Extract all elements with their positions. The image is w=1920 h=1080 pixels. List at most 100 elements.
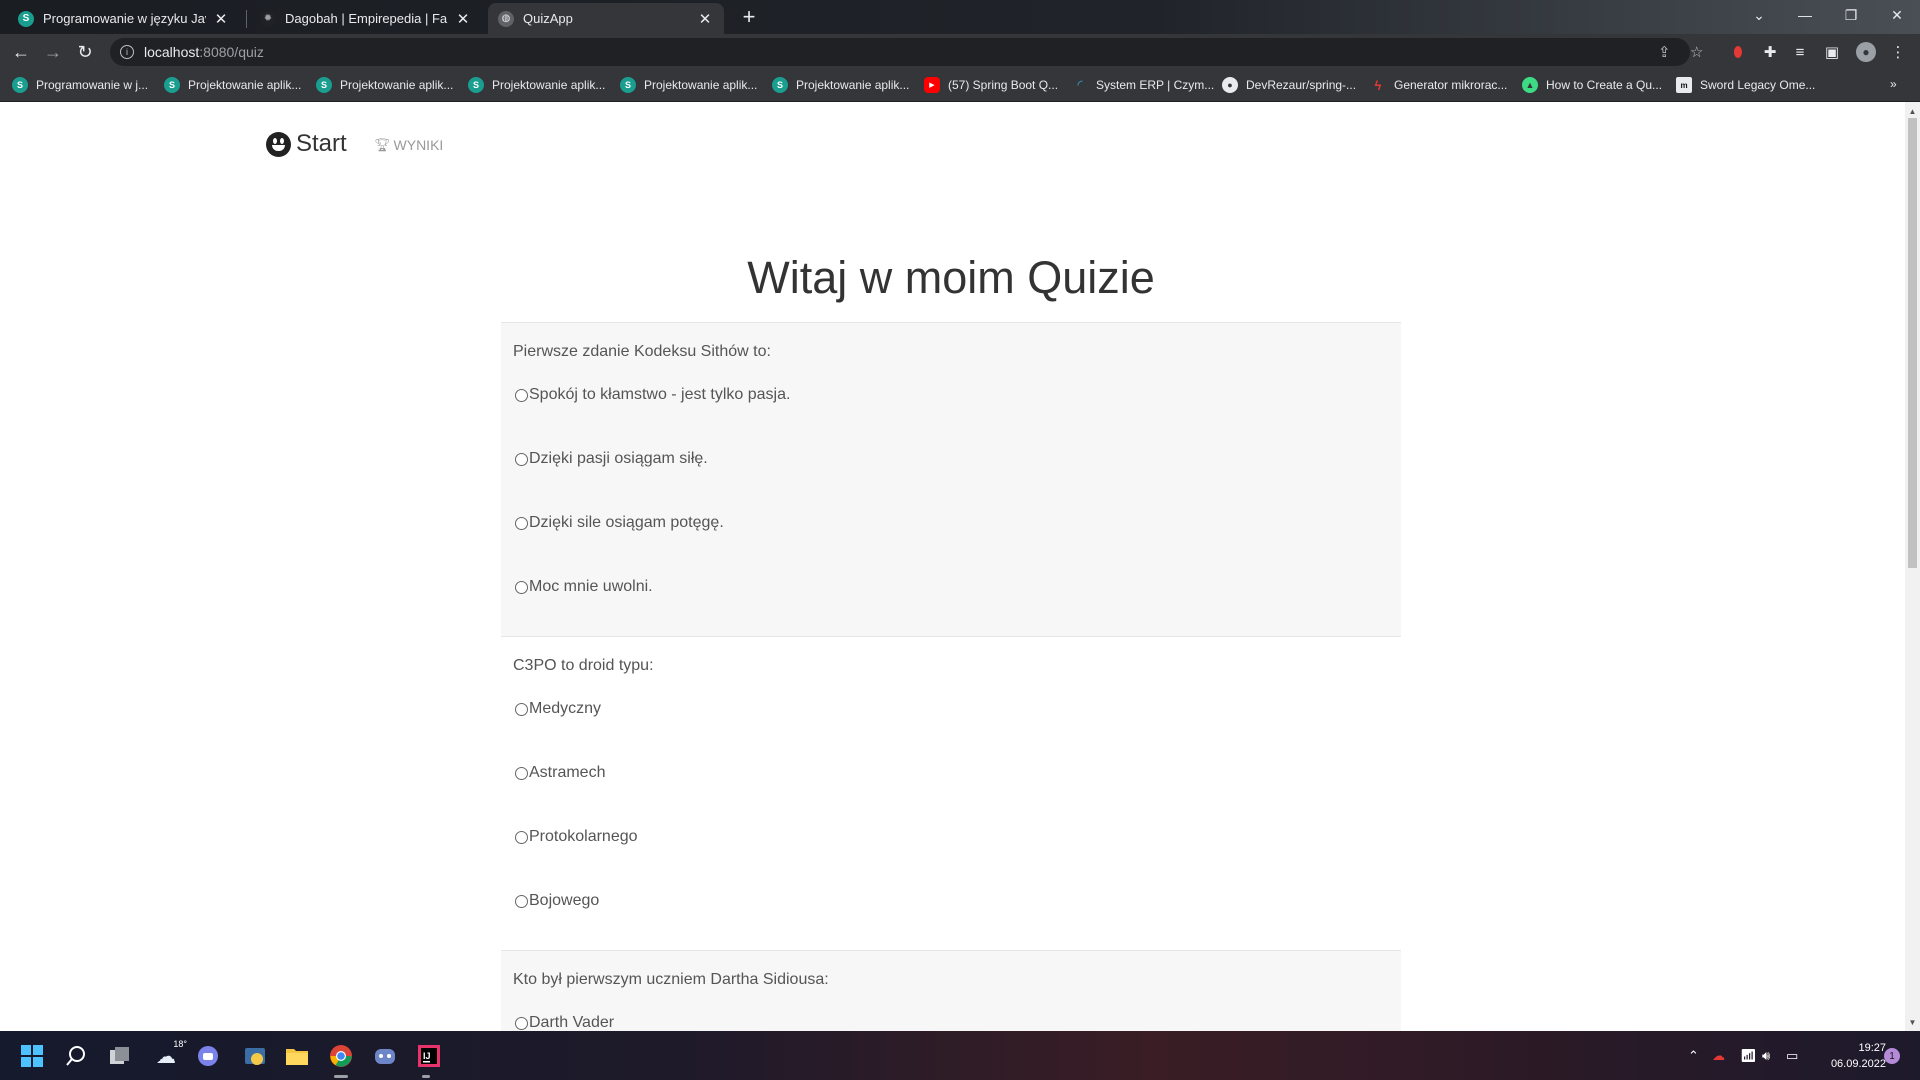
browser-edge-icon[interactable] [240, 1041, 270, 1071]
answer-option[interactable]: Astramech [515, 764, 605, 782]
answer-label: Bojowego [529, 892, 600, 909]
question-text: C3PO to droid typu: [513, 657, 654, 674]
tray-overflow-icon[interactable]: ⌃ [1688, 1048, 1699, 1064]
answer-option[interactable]: Medyczny [515, 700, 601, 718]
intellij-idea-icon[interactable]: IJ [414, 1041, 444, 1071]
answer-option[interactable]: Dzięki pasji osiągam siłę. [515, 450, 708, 468]
tab-quizapp[interactable]: ◍ QuizApp ✕ [488, 3, 724, 34]
bookmark-label: Programowanie w j... [36, 78, 149, 92]
bookmark-item[interactable]: ● DevRezaur/spring-... [1222, 77, 1356, 93]
bookmarks-bar: S Programowanie w j... S Projektowanie a… [0, 70, 1920, 102]
question-card: Pierwsze zdanie Kodeksu Sithów to: Spokó… [501, 322, 1401, 636]
site-info-icon[interactable]: i [120, 45, 134, 59]
notification-badge[interactable]: 1 [1884, 1048, 1900, 1064]
answer-label: Spokój to kłamstwo - jest tylko pasja. [529, 386, 791, 403]
answer-option[interactable]: Protokolarnego [515, 828, 638, 846]
tab-search-icon[interactable]: ⌄ [1736, 0, 1782, 30]
windows-start-icon[interactable] [17, 1041, 47, 1071]
page-viewport: Start 🏆︎ WYNIKI Witaj w moim Quizie Pier… [0, 102, 1905, 1031]
forward-button[interactable]: → [40, 39, 66, 65]
svg-text:IJ: IJ [423, 1051, 431, 1061]
answer-label: Protokolarnego [529, 828, 638, 845]
close-icon[interactable]: ✕ [696, 10, 714, 28]
close-icon[interactable]: ✕ [212, 10, 230, 28]
tab-dagobah[interactable]: ✹ Dagobah | Empirepedia | Fandom ✕ [250, 3, 482, 34]
answer-option[interactable]: Spokój to kłamstwo - jest tylko pasja. [515, 386, 790, 404]
navbar-brand[interactable]: Start [266, 130, 347, 158]
scroll-up-icon[interactable]: ▲ [1905, 104, 1920, 118]
minimize-button[interactable]: — [1782, 0, 1828, 30]
share-icon[interactable]: ⇪ [1658, 43, 1671, 61]
bookmark-item[interactable]: ▶ (57) Spring Boot Q... [924, 77, 1058, 93]
address-bar[interactable]: i localhost :8080/quiz ⇪ ☆ [110, 38, 1703, 66]
radio-button[interactable] [515, 766, 528, 780]
wifi-icon[interactable]: 📶︎ [1740, 1048, 1757, 1064]
bookmark-item[interactable]: m Sword Legacy Ome... [1676, 77, 1815, 93]
brand-label: Start [296, 130, 347, 157]
s-favicon-icon: S [18, 10, 34, 27]
radio-button[interactable] [515, 1016, 528, 1030]
reload-button[interactable]: ↻ [72, 39, 98, 65]
extension-red-icon[interactable]: ⬮ [1728, 42, 1748, 62]
bookmark-label: Projektowanie aplik... [796, 78, 910, 92]
discord-bot-icon[interactable] [370, 1041, 400, 1071]
close-window-button[interactable]: ✕ [1874, 0, 1920, 30]
bookmark-item[interactable]: ◜ System ERP | Czym... [1072, 77, 1214, 93]
answer-option[interactable]: Bojowego [515, 892, 599, 910]
bookmark-item[interactable]: ϟ Generator mikrorac... [1370, 77, 1508, 93]
back-button[interactable]: ← [8, 39, 34, 65]
radio-button[interactable] [515, 894, 528, 908]
trophy-icon: 🏆︎ [374, 137, 391, 152]
side-panel-icon[interactable]: ▣ [1822, 42, 1842, 62]
radio-button[interactable] [515, 452, 528, 466]
answer-option[interactable]: Dzięki sile osiągam potęgę. [515, 514, 724, 532]
bookmark-item[interactable]: S Projektowanie aplik... [164, 77, 301, 93]
file-explorer-icon[interactable] [282, 1041, 312, 1071]
volume-icon[interactable]: 🔊︎ [1762, 1048, 1770, 1064]
search-icon[interactable] [61, 1041, 91, 1071]
bookmark-item[interactable]: S Projektowanie aplik... [772, 77, 909, 93]
question-card: C3PO to droid typu: Medyczny Astramech P… [501, 636, 1401, 950]
nav-results-link[interactable]: 🏆︎ WYNIKI [374, 137, 443, 153]
radio-button[interactable] [515, 580, 528, 594]
radio-button[interactable] [515, 388, 528, 402]
tab-strip: S Programowanie w języku Java [I] ✕ ✹ Da… [0, 0, 1920, 34]
teams-chat-icon[interactable] [193, 1041, 223, 1071]
bookmark-item[interactable]: ▲ How to Create a Qu... [1522, 77, 1662, 93]
radio-button[interactable] [515, 830, 528, 844]
question-text: Pierwsze zdanie Kodeksu Sithów to: [513, 343, 771, 360]
reading-list-icon[interactable]: ≡ [1790, 42, 1810, 62]
answer-label: Dzięki pasji osiągam siłę. [529, 450, 708, 467]
url-path: :8080/quiz [199, 44, 264, 60]
radio-button[interactable] [515, 516, 528, 530]
tab-java[interactable]: S Programowanie w języku Java [I] ✕ [8, 3, 240, 34]
battery-icon[interactable]: ▭ [1786, 1048, 1798, 1064]
generator-icon: ϟ [1374, 77, 1382, 93]
radio-button[interactable] [515, 702, 528, 716]
close-icon[interactable]: ✕ [454, 10, 472, 28]
answer-label: Medyczny [529, 700, 602, 717]
scroll-thumb[interactable] [1908, 118, 1917, 568]
page-scrollbar[interactable]: ▲ ▼ [1905, 102, 1920, 1031]
menu-kebab-icon[interactable]: ⋮ [1888, 42, 1908, 62]
bookmark-item[interactable]: S Programowanie w j... [12, 77, 148, 93]
answer-option[interactable]: Darth Vader [515, 1014, 614, 1031]
new-tab-button[interactable]: + [737, 6, 761, 30]
scroll-down-icon[interactable]: ▼ [1905, 1015, 1920, 1029]
more-bookmarks-icon[interactable]: » [1890, 77, 1897, 91]
bookmark-item[interactable]: S Projektowanie aplik... [316, 77, 453, 93]
s-favicon-icon: S [316, 77, 332, 93]
bookmark-item[interactable]: S Projektowanie aplik... [468, 77, 605, 93]
weather-icon[interactable]: ☁ 18° [149, 1039, 187, 1071]
task-view-icon[interactable] [105, 1041, 135, 1071]
tray-app-icon[interactable]: ☁ [1712, 1048, 1725, 1064]
extensions-puzzle-icon[interactable]: ✚ [1760, 42, 1780, 62]
taskbar-clock[interactable]: 19:27 06.09.2022 [1806, 1040, 1886, 1072]
bookmark-star-icon[interactable]: ☆ [1690, 43, 1703, 61]
bookmark-item[interactable]: S Projektowanie aplik... [620, 77, 757, 93]
restore-button[interactable]: ❐ [1828, 0, 1874, 30]
answer-option[interactable]: Moc mnie uwolni. [515, 578, 653, 596]
bookmark-label: Projektowanie aplik... [644, 78, 758, 92]
profile-avatar[interactable]: ● [1856, 42, 1876, 62]
chrome-icon[interactable] [326, 1041, 356, 1071]
